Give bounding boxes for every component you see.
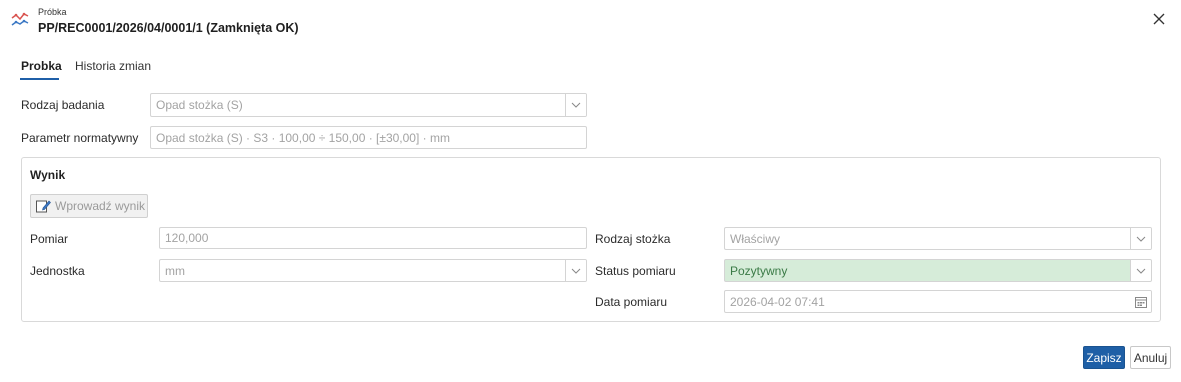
measurement-label: Pomiar [30,232,69,246]
active-tab-indicator [20,78,59,80]
norm-param-field[interactable]: Opad stożka (S) · S3 · 100,00 ÷ 150,00 ·… [150,126,587,149]
cancel-button[interactable]: Anuluj [1130,346,1171,369]
save-button[interactable]: Zapisz [1083,346,1125,369]
norm-param-value: Opad stożka (S) · S3 · 100,00 ÷ 150,00 ·… [156,130,450,145]
cone-type-value: Właściwy [730,231,780,246]
chevron-down-icon[interactable] [565,94,586,116]
status-select[interactable]: Pozytywny [724,259,1152,282]
test-type-value: Opad stożka (S) [156,98,243,112]
unit-label: Jednostka [30,264,85,278]
date-value: 2026-04-02 07:41 [730,294,825,309]
tab-historia-zmian[interactable]: Historia zmian [75,59,151,73]
result-group-title: Wynik [30,168,66,182]
edit-icon [36,200,51,213]
tab-probka[interactable]: Probka [21,59,62,73]
norm-param-label: Parametr normatywny [21,131,139,145]
test-type-select[interactable]: Opad stożka (S) [150,93,587,117]
calendar-icon[interactable] [1130,291,1151,312]
chevron-down-icon[interactable] [565,260,586,281]
date-label: Data pomiaru [595,295,668,309]
dialog-subtitle: Próbka [38,7,67,17]
unit-select[interactable]: mm [159,259,587,282]
test-type-label: Rodzaj badania [21,98,105,112]
status-value: Pozytywny [730,263,788,278]
enter-result-label: Wprowadź wynik [55,199,146,213]
chevron-down-icon[interactable] [1130,260,1151,281]
measurement-field[interactable]: 120,000 [159,227,587,249]
chart-line-icon [11,12,29,28]
measurement-value: 120,000 [165,231,209,245]
dialog-title: PP/REC0001/2026/04/0001/1 (Zamknięta OK) [38,21,299,35]
close-icon[interactable] [1151,11,1167,27]
chevron-down-icon[interactable] [1130,228,1151,249]
cone-type-label: Rodzaj stożka [595,232,671,246]
status-label: Status pomiaru [595,264,676,278]
unit-value: mm [165,263,185,278]
cone-type-select[interactable]: Właściwy [724,227,1152,250]
date-field[interactable]: 2026-04-02 07:41 [724,290,1152,313]
enter-result-button[interactable]: Wprowadź wynik [30,194,148,218]
